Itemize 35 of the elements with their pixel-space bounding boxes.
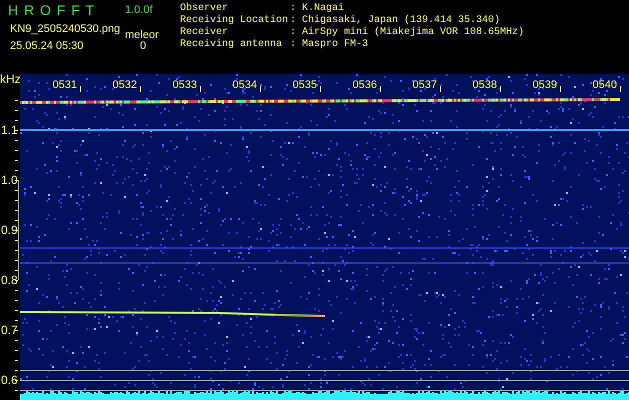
time-label: 0532 bbox=[112, 80, 137, 91]
version-label: 1.0.0f bbox=[125, 3, 153, 18]
frequency-label: 1.0 bbox=[1, 174, 18, 186]
counter-value: 0 bbox=[140, 39, 146, 54]
frequency-label: 0.9 bbox=[1, 224, 18, 236]
info-label: Observer bbox=[180, 3, 230, 14]
time-label: 0537 bbox=[412, 80, 437, 91]
unit-label: kHz bbox=[0, 73, 21, 85]
info-label: Receiver bbox=[180, 27, 230, 38]
frequency-label: 1.1 bbox=[1, 124, 18, 136]
info-label: Receiving antenna bbox=[180, 39, 284, 51]
frequency-label: 0.8 bbox=[1, 274, 18, 286]
frequency-label: 0.7 bbox=[1, 324, 18, 336]
frequency-label: 0.6 bbox=[1, 374, 18, 386]
info-separator: : bbox=[290, 39, 298, 51]
counter-label: meleor bbox=[125, 28, 159, 41]
time-label: 0539 bbox=[532, 80, 557, 91]
info-value: Maspro FM-3 bbox=[302, 39, 368, 51]
time-label: 0534 bbox=[232, 80, 257, 91]
timestamp-label: 25.05.24 05:30 bbox=[10, 39, 84, 54]
info-separator: : bbox=[290, 3, 298, 15]
time-label: 0535 bbox=[292, 80, 317, 91]
info-value: K.Nagai bbox=[302, 3, 344, 14]
app-title: H R O F F T bbox=[8, 1, 95, 20]
info-value: AirSpy mini (Miakejima VOR 108.65MHz) bbox=[302, 27, 524, 39]
info-separator: : bbox=[290, 15, 298, 27]
time-label: 0538 bbox=[472, 80, 497, 91]
info-value: Chigasaki, Japan (139.414 35.340) bbox=[302, 15, 500, 26]
time-label: 0533 bbox=[172, 80, 197, 91]
info-separator: : bbox=[290, 27, 298, 39]
time-label: 0536 bbox=[352, 80, 377, 91]
info-label: Receiving Location bbox=[180, 15, 290, 26]
filename-label: KN9_2505240530.png bbox=[10, 22, 120, 37]
time-label: 0531 bbox=[52, 80, 77, 91]
time-label: 0540 bbox=[592, 80, 617, 91]
